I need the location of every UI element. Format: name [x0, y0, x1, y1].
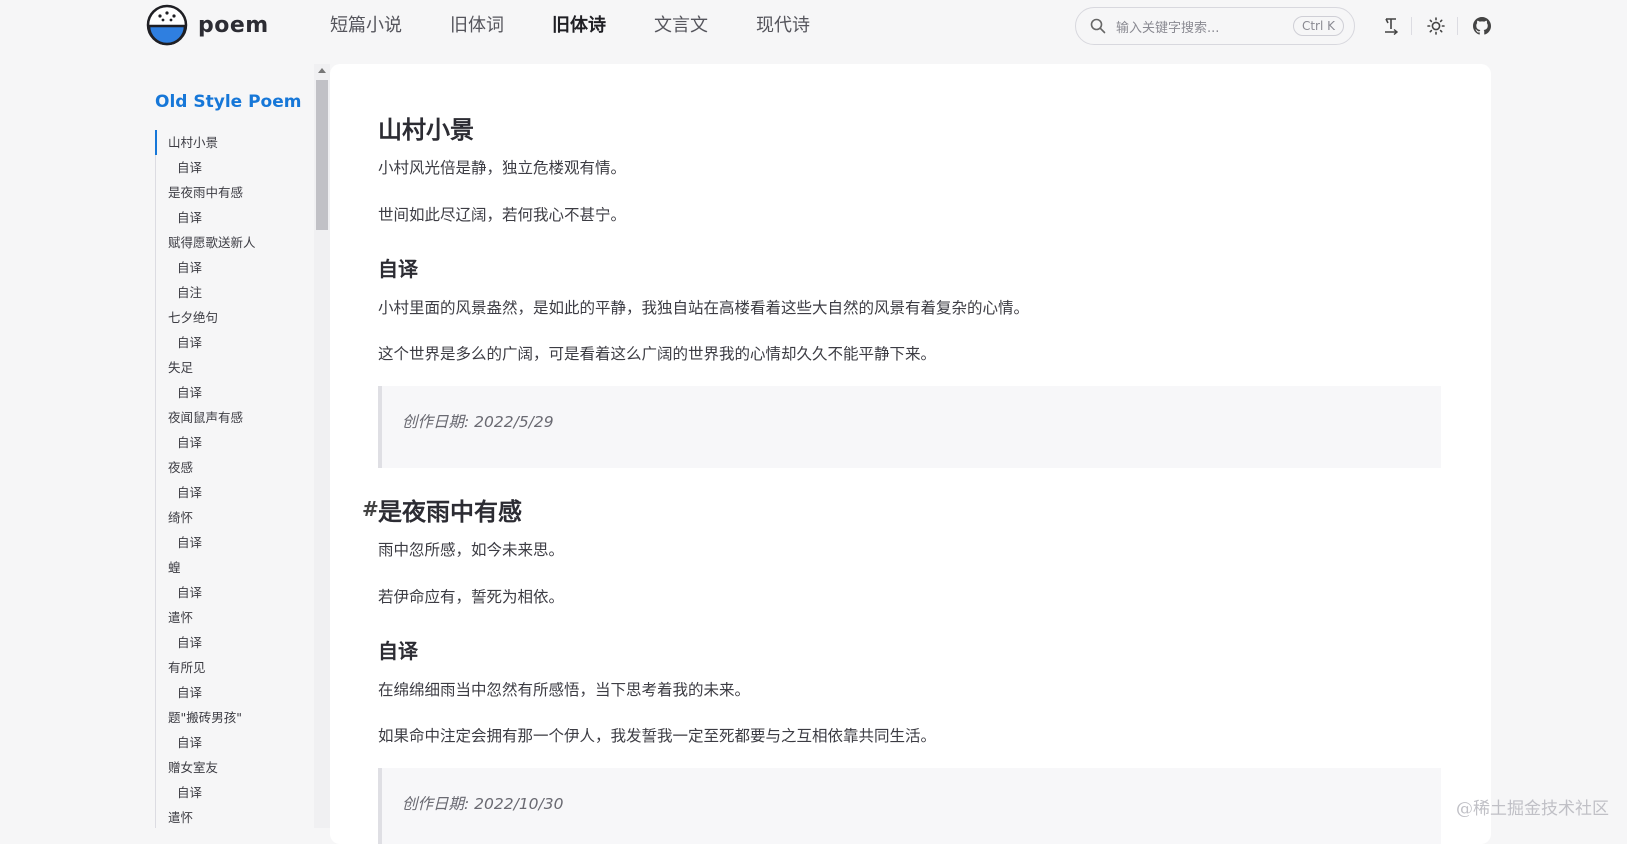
toc-item[interactable]: 山村小景 [155, 130, 305, 155]
sun-icon[interactable] [1426, 16, 1446, 36]
toc-item[interactable]: 夜闻鼠声有感 [156, 405, 305, 430]
creation-date: 创作日期: 2022/5/29 [402, 413, 554, 431]
poem-line: 世间如此尽辽阔，若何我心不甚宁。 [378, 206, 627, 224]
toolbar-divider [1457, 17, 1458, 35]
subsection-title: 自译 [378, 257, 418, 281]
scroll-up-arrow-icon[interactable] [318, 68, 326, 73]
logo-text: poem [198, 12, 269, 38]
toc-item[interactable]: 蝗 [156, 555, 305, 580]
main-nav: 短篇小说 旧体词 旧体诗 文言文 现代诗 [330, 12, 858, 40]
toc-subitem[interactable]: 自译 [156, 780, 305, 805]
toc-item[interactable]: 失足 [156, 355, 305, 380]
translation-line: 小村里面的风景盎然，是如此的平静，我独自站在高楼看着这些大自然的风景有着复杂的心… [378, 299, 1030, 317]
toc-subitem[interactable]: 自译 [156, 205, 305, 230]
section-title: 山村小景 [378, 116, 474, 144]
toc-subitem[interactable]: 自译 [156, 430, 305, 455]
date-blockquote: 创作日期: 2022/10/30 [378, 768, 1441, 844]
toc-subitem[interactable]: 自译 [156, 480, 305, 505]
creation-date: 创作日期: 2022/10/30 [402, 795, 564, 813]
nav-item-old-poem[interactable]: 旧体诗 [552, 12, 606, 40]
toc-subitem[interactable]: 自注 [156, 280, 305, 305]
toc-item[interactable]: 遣怀 [156, 605, 305, 630]
date-blockquote: 创作日期: 2022/5/29 [378, 386, 1441, 468]
nav-item-ci[interactable]: 旧体词 [450, 12, 504, 40]
toc-item[interactable]: 赠女室友 [156, 755, 305, 780]
toc-subitem[interactable]: 自译 [156, 530, 305, 555]
toc-subitem[interactable]: 自译 [156, 580, 305, 605]
section-title: 是夜雨中有感 [378, 498, 522, 526]
subsection-title: 自译 [378, 639, 418, 663]
translation-line: 如果命中注定会拥有那一个伊人，我发誓我一定至死都要与之互相依靠共同生活。 [378, 727, 937, 745]
toc-item[interactable]: 有所见 [156, 655, 305, 680]
search-shortcut-badge: Ctrl K [1292, 16, 1344, 36]
top-navbar: poem 短篇小说 旧体词 旧体诗 文言文 现代诗 输入关键字搜索... Ctr… [0, 0, 1627, 54]
sidebar-scrollbar[interactable] [314, 64, 330, 828]
toc-subitem[interactable]: 自译 [156, 630, 305, 655]
toc-subitem[interactable]: 自译 [156, 380, 305, 405]
heading-anchor-link[interactable]: # [362, 497, 379, 521]
sidebar: Old Style Poem 山村小景 自译 是夜雨中有感 自译 赋得愿歌送新人 自译 自注… [0, 64, 314, 828]
toc-subitem[interactable]: 自译 [156, 730, 305, 755]
nav-item-modern-poem[interactable]: 现代诗 [756, 12, 810, 40]
translation-line: 在绵绵细雨当中忽然有所感悟，当下思考着我的未来。 [378, 681, 751, 699]
translation-line: 这个世界是多么的广阔，可是看着这么广阔的世界我的心情却久久不能平静下来。 [378, 345, 937, 363]
poem-line: 小村风光倍是静，独立危楼观有情。 [378, 159, 627, 177]
toc-subitem[interactable]: 自译 [156, 255, 305, 280]
toc-item[interactable]: 七夕绝句 [156, 305, 305, 330]
search-placeholder: 输入关键字搜索... [1116, 20, 1220, 36]
text-direction-icon[interactable] [1381, 16, 1401, 36]
toc-item[interactable]: 是夜雨中有感 [156, 180, 305, 205]
github-icon[interactable] [1472, 16, 1492, 36]
sidebar-title[interactable]: Old Style Poem [155, 92, 301, 112]
toolbar-divider [1411, 17, 1412, 35]
toc-subitem[interactable]: 自译 [156, 680, 305, 705]
toc-item[interactable]: 夜感 [156, 455, 305, 480]
poem-line: 若伊命应有，誓死为相依。 [378, 588, 565, 606]
logo-link[interactable]: poem [146, 4, 269, 46]
scroll-thumb[interactable] [316, 80, 328, 230]
search-box[interactable]: 输入关键字搜索... Ctrl K [1075, 7, 1355, 45]
toc-item[interactable]: 绮怀 [156, 505, 305, 530]
toc-item[interactable]: 赋得愿歌送新人 [156, 230, 305, 255]
rice-bowl-logo-icon [146, 4, 188, 46]
main-content: 山村小景 小村风光倍是静，独立危楼观有情。 世间如此尽辽阔，若何我心不甚宁。 自… [330, 64, 1491, 844]
nav-item-classical-prose[interactable]: 文言文 [654, 12, 708, 40]
watermark: @稀土掘金技术社区 [1456, 799, 1609, 819]
search-icon [1090, 18, 1106, 34]
nav-item-short-story[interactable]: 短篇小说 [330, 12, 402, 40]
poem-line: 雨中忽所感，如今未来思。 [378, 541, 565, 559]
toc-subitem[interactable]: 自译 [156, 155, 305, 180]
toc-subitem[interactable]: 自译 [156, 330, 305, 355]
toc-item[interactable]: 题"搬砖男孩" [156, 705, 305, 730]
sidebar-toc: 山村小景 自译 是夜雨中有感 自译 赋得愿歌送新人 自译 自注 七夕绝句 自译 失足 自译 夜闻鼠声有… [155, 130, 305, 828]
toc-item[interactable]: 遣怀 [156, 805, 305, 828]
